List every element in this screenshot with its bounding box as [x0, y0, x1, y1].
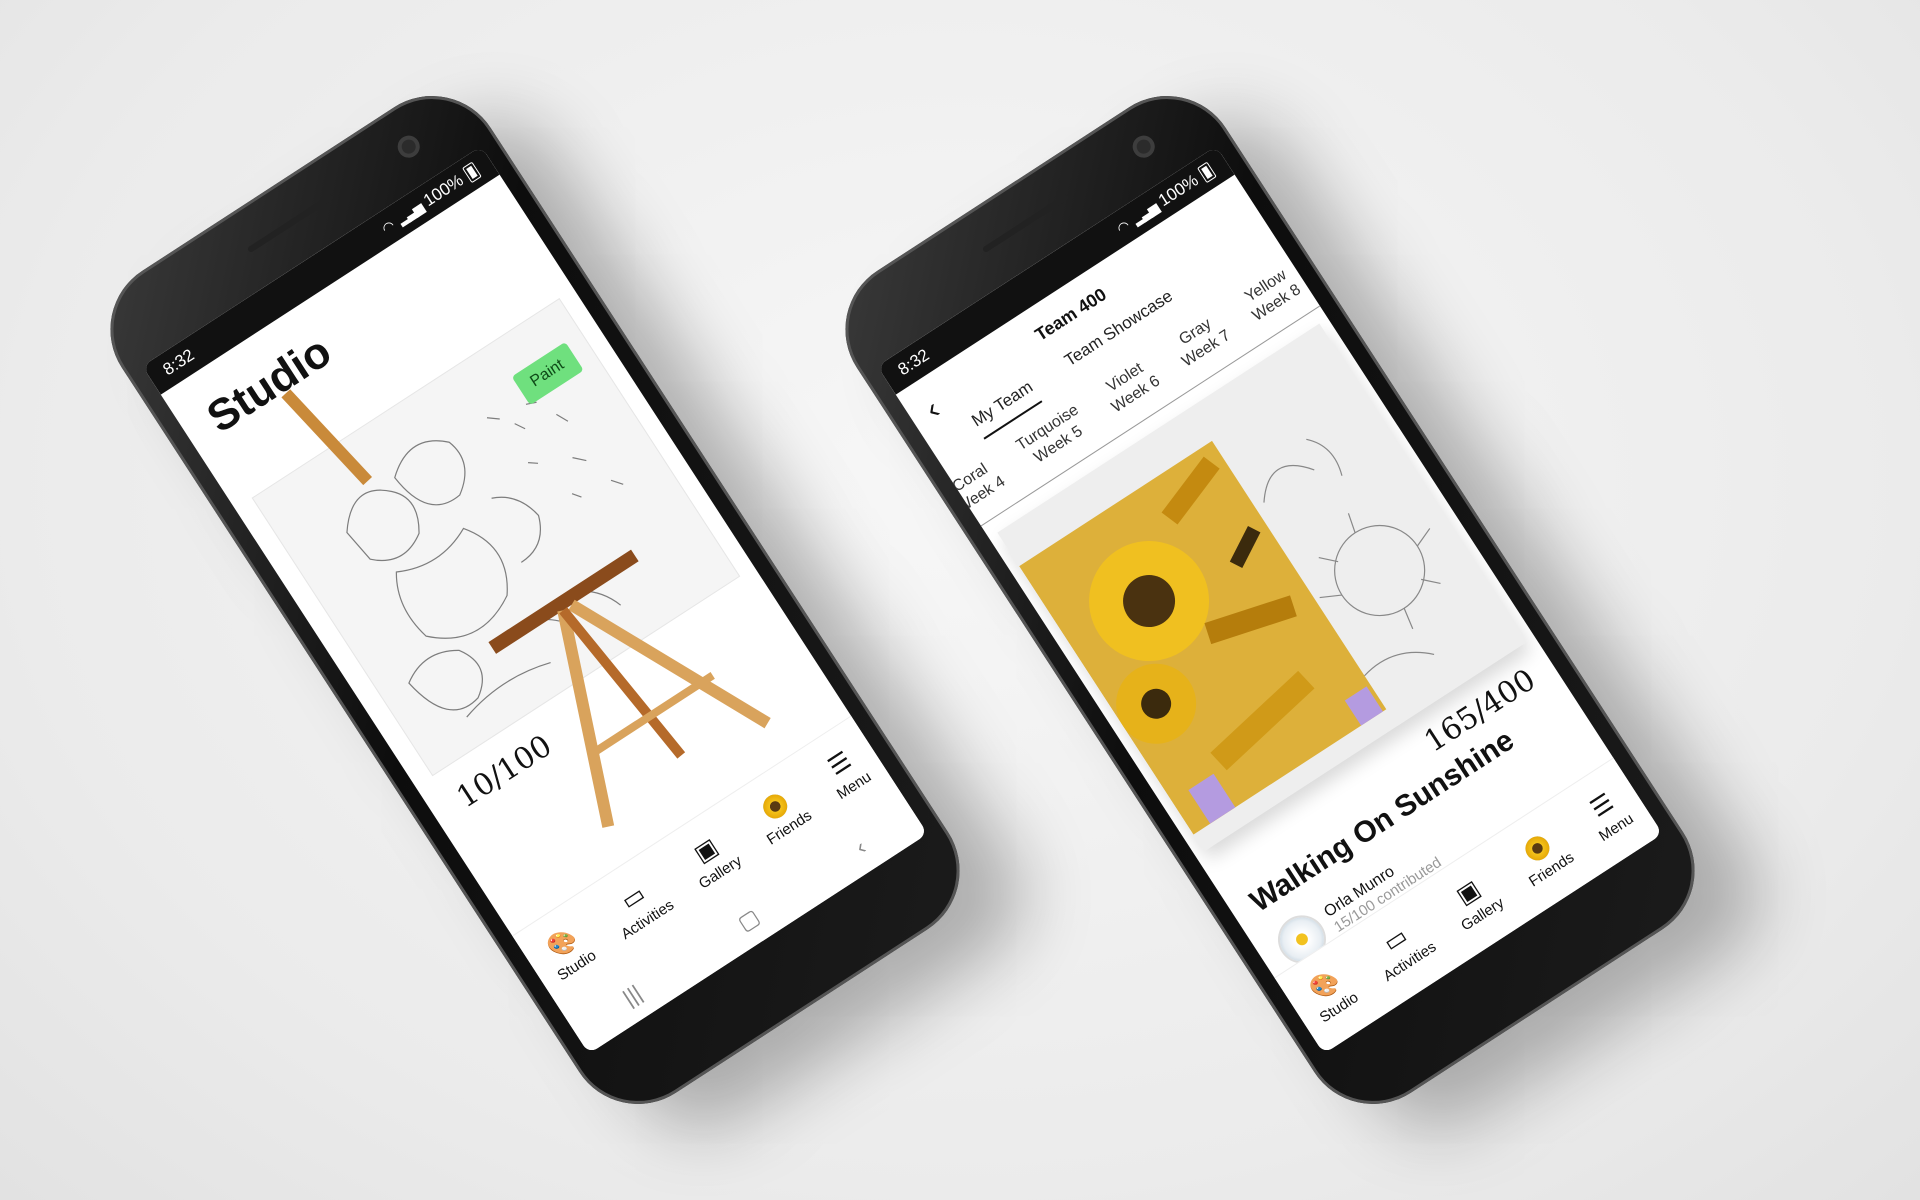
- speaker-grille: [246, 193, 335, 254]
- speaker-grille: [981, 193, 1070, 254]
- nav-studio[interactable]: 🎨 Studio: [1301, 965, 1362, 1026]
- nav-activities[interactable]: ▭ Activities: [602, 872, 677, 943]
- status-time: 8:32: [159, 345, 198, 380]
- nav-menu[interactable]: ☰ Menu: [1580, 786, 1637, 845]
- nav-studio[interactable]: 🎨 Studio: [539, 923, 600, 984]
- nav-menu[interactable]: ☰ Menu: [818, 744, 875, 803]
- battery-percent: 100%: [419, 170, 467, 211]
- week-item-gray[interactable]: Gray Week 7: [1168, 309, 1235, 372]
- battery-percent: 100%: [1154, 170, 1202, 211]
- menu-icon: ☰: [823, 746, 857, 782]
- back-button[interactable]: ‹: [920, 393, 947, 427]
- nav-gallery[interactable]: ▣ Gallery: [680, 828, 745, 892]
- team-screen: 8:32 ◠ ▂▃▅ 100% ‹ Team 400 My Team Team …: [877, 146, 1663, 1054]
- battery-icon: [1196, 161, 1217, 184]
- front-camera: [1128, 131, 1159, 162]
- wifi-icon: ◠: [1113, 216, 1133, 237]
- nav-gallery[interactable]: ▣ Gallery: [1442, 870, 1508, 934]
- wifi-icon: ◠: [378, 216, 398, 237]
- recent-apps-icon[interactable]: |||: [618, 980, 647, 1011]
- front-camera: [393, 131, 424, 162]
- nav-friends[interactable]: Friends: [748, 783, 815, 848]
- phone-left: 8:32 ◠ ▂▃▅ 100% Studio Paint 10/100 🎨 St…: [83, 69, 987, 1131]
- signal-icon: ▂▃▅: [1128, 198, 1160, 227]
- home-icon[interactable]: ▢: [733, 904, 765, 937]
- back-icon[interactable]: ‹: [851, 835, 871, 861]
- nav-activities[interactable]: ▭ Activities: [1365, 914, 1439, 985]
- menu-icon: ☰: [1585, 788, 1619, 823]
- studio-screen: 8:32 ◠ ▂▃▅ 100% Studio Paint 10/100 🎨 St…: [142, 146, 928, 1054]
- week-item-coral[interactable]: Coral Week 4: [942, 455, 1009, 518]
- status-time: 8:32: [894, 345, 933, 380]
- phone-right: 8:32 ◠ ▂▃▅ 100% ‹ Team 400 My Team Team …: [818, 69, 1722, 1131]
- week-item-yellow[interactable]: Yellow Week 8: [1238, 264, 1305, 327]
- nav-friends[interactable]: Friends: [1510, 825, 1577, 890]
- signal-icon: ▂▃▅: [393, 198, 425, 227]
- battery-icon: [461, 161, 482, 184]
- week-item-violet[interactable]: Violet Week 6: [1097, 355, 1164, 418]
